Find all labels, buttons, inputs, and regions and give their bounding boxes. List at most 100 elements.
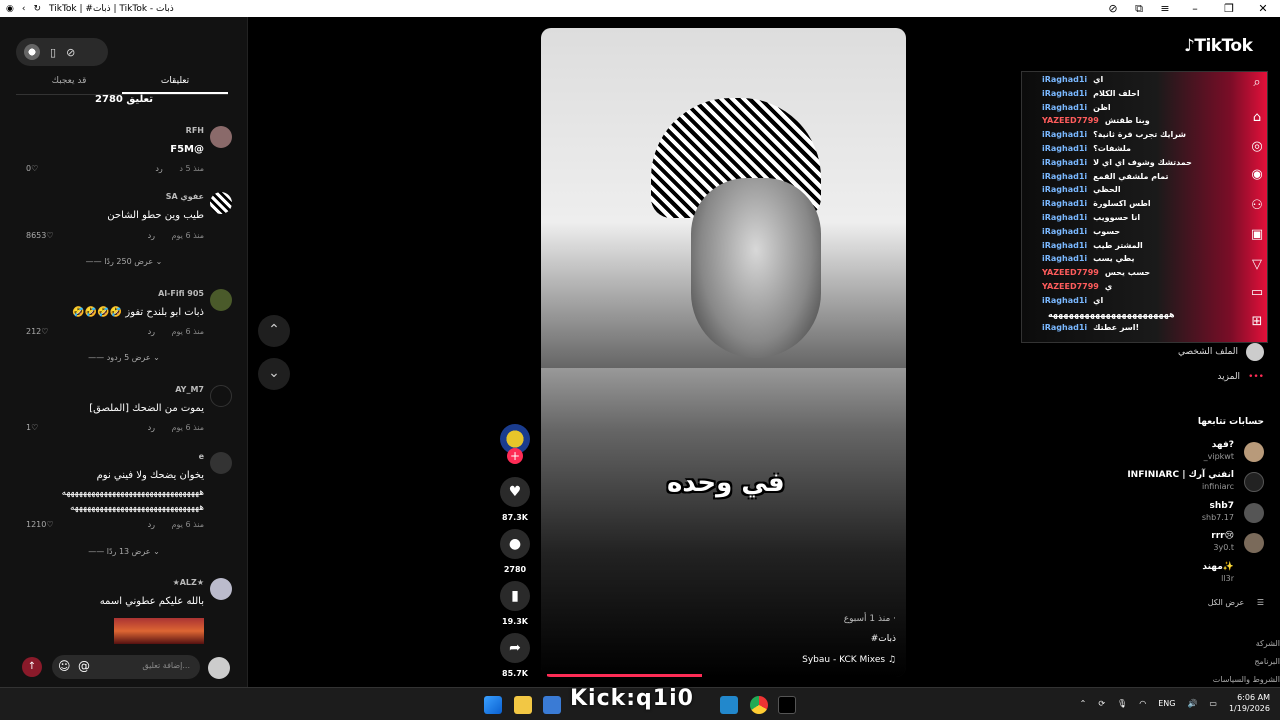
reply-link[interactable]: رد [148,520,155,529]
like-count[interactable]: 1♡ [26,423,38,432]
chat-username[interactable]: iRaghad1i [1042,89,1087,98]
view-replies-link[interactable]: —— عرض 5 ردود ⌄ [0,353,248,362]
followed-account[interactable]: rrr😢 3y0.t [1084,531,1264,559]
avatar[interactable] [210,192,232,214]
wifi-icon[interactable]: ◠ [1139,699,1146,708]
like-count[interactable]: 212♡ [26,327,48,336]
comment-bubble-icon[interactable]: ● [500,529,530,559]
comment-username[interactable]: عفوي SA [166,192,204,201]
chat-username[interactable]: iRaghad1i [1042,103,1087,112]
sync-icon[interactable]: ⟳ [1098,699,1105,708]
sidebar-item-profile[interactable]: الملف الشخصي [1178,343,1264,361]
clock[interactable]: 6:06 AM 1/19/2026 [1229,692,1270,714]
chevron-up-icon[interactable]: ⌃ [1080,699,1087,708]
chat-username[interactable]: iRaghad1i [1042,213,1087,222]
chat-username[interactable]: iRaghad1i [1042,241,1087,250]
like-count[interactable]: 1210♡ [26,520,54,529]
chat-username[interactable]: iRaghad1i [1042,323,1087,332]
menu-icon[interactable]: ≡ [1152,2,1178,15]
video-music[interactable]: Sybau - KCK Mixes ♫ [802,655,896,665]
file-explorer-icon[interactable] [514,696,532,714]
chrome-icon[interactable] [750,696,768,714]
follow-button[interactable]: + [507,448,523,464]
chat-username[interactable]: iRaghad1i [1042,227,1087,236]
view-replies-link[interactable]: —— عرض 250 ردًا ⌄ [0,257,248,266]
followed-account[interactable]: shb7 shb7.17 [1084,501,1264,529]
close-window-button[interactable]: ✕ [1246,2,1280,15]
phone-icon[interactable]: ▯ [50,46,56,59]
footer-company[interactable]: الشركة [1256,639,1280,648]
followed-account[interactable]: مهند✨ ll3r [1084,562,1264,590]
mention-icon[interactable]: @ [78,659,90,673]
comment-username[interactable]: ★ALZ★ [173,578,204,587]
chat-username[interactable]: iRaghad1i [1042,172,1087,181]
footer-terms[interactable]: الشروط والسياسات [1213,675,1280,684]
save-action[interactable]: ▮ 19.3K [498,581,532,626]
add-icon[interactable]: ⊞ [1248,313,1266,331]
see-all-link[interactable]: عرض الكل ☰ [1208,598,1264,607]
refresh-icon[interactable]: ↻ [33,4,41,14]
tab-comments[interactable]: تعليقات [122,73,228,94]
chat-username[interactable]: iRaghad1i [1042,158,1087,167]
like-count[interactable]: 8653♡ [26,231,54,240]
app-icon[interactable] [720,696,738,714]
avatar[interactable] [210,126,232,148]
followed-account[interactable]: فهد? _vipkwt [1084,440,1264,468]
share-action[interactable]: ➦ 85.7K [498,633,532,678]
comment-username[interactable]: AY_M7 [175,385,204,394]
comment-input[interactable]: ☺ @ إضافة تعليق... [52,655,200,679]
minimize-button[interactable]: – [1178,2,1212,15]
chat-username[interactable]: iRaghad1i [1042,75,1087,84]
explore-icon[interactable]: ◎ [1248,138,1266,156]
send-button[interactable]: ↑ [22,657,42,677]
comment-username[interactable]: Al-Fifi 905 [158,289,204,298]
activity-icon[interactable]: ▭ [1248,284,1266,302]
followed-account[interactable]: INFINIARC | انفني آرك infiniarc [1084,470,1264,498]
chat-username[interactable]: iRaghad1i [1042,199,1087,208]
video-hashtag[interactable]: #ذبات [871,634,896,644]
heart-icon[interactable]: ♥ [500,477,530,507]
language-indicator[interactable]: ENG [1158,699,1175,708]
back-icon[interactable]: ‹ [22,4,26,14]
avatar[interactable] [210,385,232,407]
video-player[interactable]: في وحده · منذ 1 أسبوع #ذبات Sybau - KCK … [541,28,906,677]
compass-icon[interactable]: ⊘ [66,46,75,59]
reply-link[interactable]: رد [148,327,155,336]
chat-username[interactable]: iRaghad1i [1042,144,1087,153]
share-icon[interactable]: ➦ [500,633,530,663]
windows-start-icon[interactable] [484,696,502,714]
like-action[interactable]: ♥ 87.3K [498,477,532,522]
video-progress-bar[interactable] [547,674,702,677]
store-icon[interactable] [543,696,561,714]
tiktok-taskbar-icon[interactable] [778,696,796,714]
comment-action[interactable]: ● 2780 [498,529,532,574]
view-mode-pill[interactable]: ▯ ⊘ [16,38,108,66]
battery-icon[interactable]: ▭ [1209,699,1217,708]
chat-username[interactable]: YAZEED7799 [1042,282,1099,291]
live-icon[interactable]: ◉ [1248,166,1266,184]
avatar[interactable] [210,452,232,474]
footer-program[interactable]: البرنامج [1254,657,1280,666]
tab-you-may-like[interactable]: قد يعجبك [16,73,122,94]
avatar[interactable] [210,289,232,311]
emoji-icon[interactable]: ☺ [58,659,71,673]
reply-link[interactable]: رد [148,423,155,432]
view-replies-link[interactable]: —— عرض 13 ردًا ⌄ [0,547,248,556]
sidebar-item-more[interactable]: ••• المزيد [1217,372,1264,382]
reply-link[interactable]: رد [155,164,162,173]
search-icon[interactable]: ⌕ [1248,74,1266,92]
previous-video-button[interactable]: ⌃ [258,315,290,347]
like-count[interactable]: 0♡ [26,164,38,173]
following-icon[interactable]: ⚇ [1248,197,1266,215]
messages-icon[interactable]: ▽ [1248,256,1266,274]
next-video-button[interactable]: ⌄ [258,358,290,390]
upload-icon[interactable]: ▣ [1248,226,1266,244]
no-notify-icon[interactable]: ⊘ [1100,2,1126,15]
extensions-icon[interactable]: ⧉ [1126,2,1152,16]
comment-image[interactable] [114,618,204,644]
tiktok-logo[interactable]: ♪TikTok [1184,36,1253,56]
volume-icon[interactable]: 🔊 [1187,699,1197,708]
mic-icon[interactable]: 🎙 [1117,699,1127,708]
chat-username[interactable]: iRaghad1i [1042,130,1087,139]
chat-username[interactable]: YAZEED7799 [1042,268,1099,277]
